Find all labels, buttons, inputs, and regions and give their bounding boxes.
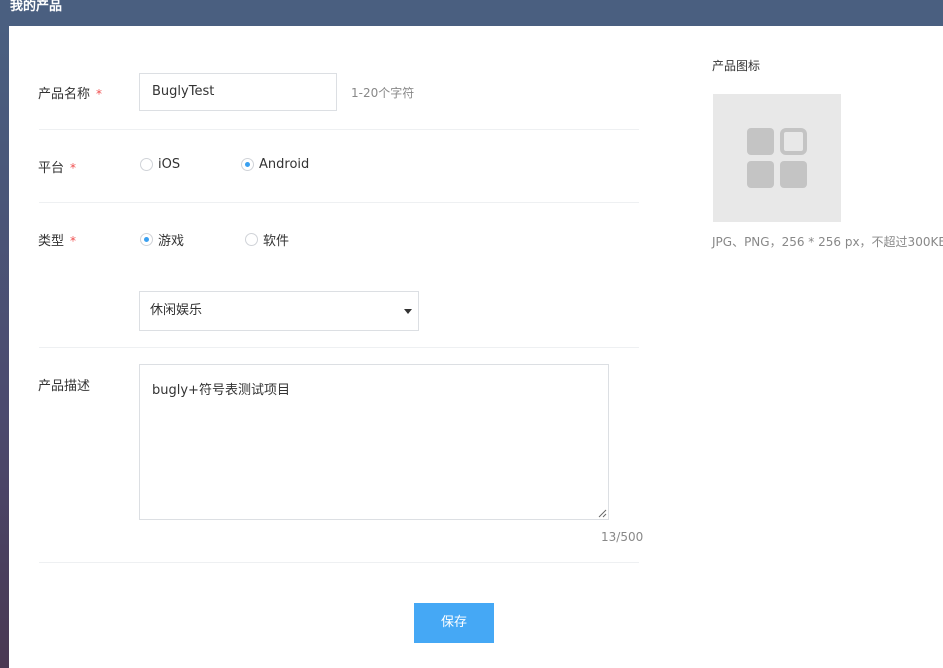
product-name-hint: 1-20个字符 [351, 86, 415, 100]
type-software-radio[interactable]: 软件 [245, 230, 289, 249]
description-label: 产品描述 [38, 379, 91, 394]
resize-handle-icon[interactable] [598, 509, 607, 518]
product-icon-hint: JPG、PNG，256 * 256 px，不超过300KB [712, 235, 943, 249]
type-game-label: 游戏 [158, 234, 185, 249]
product-form-panel: 产品名称 * BuglyTest 1-20个字符 平台 * iOS Android … [9, 26, 943, 668]
required-mark: * [96, 87, 103, 101]
category-select-value: 休闲娱乐 [150, 303, 203, 318]
category-select[interactable]: 休闲娱乐 [139, 291, 419, 331]
radio-circle-game[interactable] [140, 233, 153, 246]
radio-circle-software[interactable] [245, 233, 258, 246]
description-char-counter: 13/500 [601, 530, 644, 544]
page-title: 我的产品 [10, 0, 63, 14]
divider [39, 562, 639, 563]
radio-circle-android[interactable] [241, 158, 254, 171]
required-mark: * [70, 234, 77, 248]
platform-ios-label: iOS [158, 157, 181, 172]
platform-ios-radio[interactable]: iOS [140, 157, 180, 172]
radio-circle-ios[interactable] [140, 158, 153, 171]
description-textarea[interactable]: bugly+符号表测试项目 [139, 364, 609, 520]
chevron-down-icon [404, 309, 412, 314]
product-name-label: 产品名称 * [38, 87, 103, 102]
type-game-radio[interactable]: 游戏 [140, 230, 184, 249]
app-grid-icon [747, 128, 807, 188]
divider [39, 202, 639, 203]
type-label: 类型 * [38, 234, 77, 249]
product-name-input[interactable]: BuglyTest [139, 73, 337, 111]
platform-android-label: Android [259, 157, 310, 172]
top-bar: 我的产品 [0, 0, 943, 26]
platform-label: 平台 * [38, 161, 77, 176]
left-edge [0, 26, 9, 668]
product-icon-upload[interactable] [713, 94, 841, 222]
type-software-label: 软件 [263, 234, 290, 249]
divider [39, 129, 639, 130]
divider [39, 347, 639, 348]
product-icon-title: 产品图标 [712, 59, 761, 73]
required-mark: * [70, 161, 77, 175]
save-button[interactable]: 保存 [414, 603, 494, 643]
platform-android-radio[interactable]: Android [241, 157, 309, 172]
description-text: bugly+符号表测试项目 [152, 383, 290, 398]
